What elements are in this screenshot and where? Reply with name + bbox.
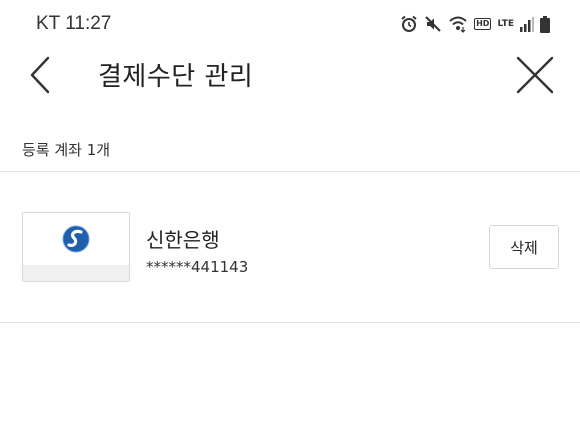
bank-name: 신한은행 (146, 228, 220, 252)
signal-icon (520, 16, 534, 32)
page-title: 결제수단 관리 (98, 62, 254, 92)
hd-label: HD (476, 19, 490, 28)
registered-accounts-count: 등록 계좌 1개 (22, 141, 111, 159)
close-icon (516, 56, 554, 94)
lte-label: LTE (497, 19, 514, 29)
delete-button-label: 삭제 (510, 238, 538, 257)
account-list-item: 신한은행 ******441143 삭제 (0, 172, 580, 322)
carrier-time: KT 11:27 (36, 13, 112, 34)
status-icons: HD LTE (400, 14, 550, 34)
bank-logo (22, 212, 130, 282)
close-button[interactable] (514, 54, 556, 96)
shinhan-logo-icon (62, 225, 90, 253)
lte-icon: LTE (497, 19, 514, 29)
wifi-icon (448, 15, 468, 33)
divider-bottom (0, 322, 580, 323)
logo-strip (23, 265, 129, 281)
mute-icon (424, 15, 442, 33)
account-number: ******441143 (146, 258, 249, 276)
app-bar: 결제수단 관리 (0, 46, 580, 104)
battery-icon (540, 15, 550, 33)
hd-icon: HD (474, 18, 492, 30)
delete-account-button[interactable]: 삭제 (489, 225, 559, 269)
chevron-left-icon (30, 56, 50, 94)
alarm-icon (400, 15, 418, 33)
back-button[interactable] (24, 54, 60, 96)
status-bar: KT 11:27 HD LTE (0, 0, 580, 46)
